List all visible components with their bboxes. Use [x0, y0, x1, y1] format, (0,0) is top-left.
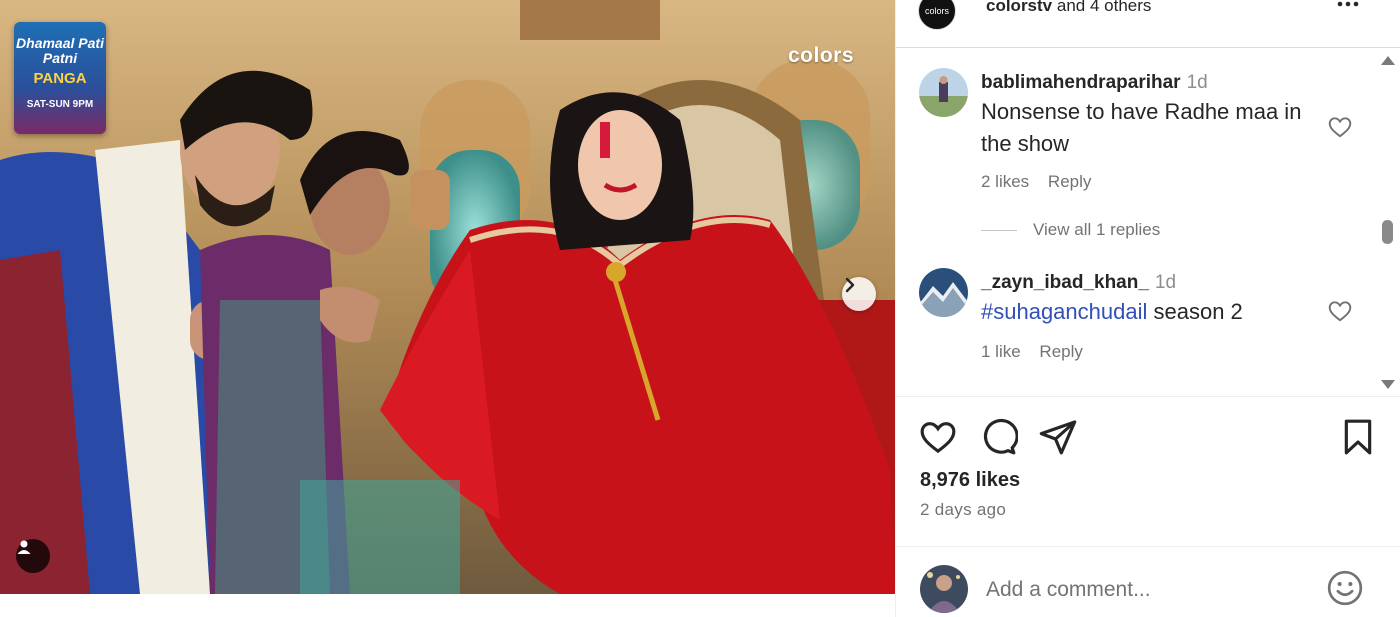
comments-list[interactable]: bablimahendraparihar 1d Nonsense to have …	[896, 48, 1400, 396]
hashtag-link[interactable]: #suhaganchudail	[981, 299, 1147, 324]
scroll-down-arrow[interactable]	[1381, 380, 1395, 389]
show-badge-title: Dhamaal Pati Patni	[16, 35, 104, 66]
comment-time: 1d	[1186, 72, 1208, 93]
next-media-button[interactable]	[842, 277, 876, 311]
comment-avatar[interactable]	[919, 268, 968, 317]
tagged-users-button[interactable]	[16, 539, 50, 573]
post-actions: 8,976 likes 2 days ago	[896, 396, 1400, 546]
scroll-thumb[interactable]	[1382, 220, 1393, 244]
coauthors-link[interactable]: and 4 others	[1057, 0, 1152, 15]
emoji-button[interactable]	[1326, 569, 1364, 607]
coauthors-text: and 4 others	[1056, 0, 1152, 15]
heart-icon	[1328, 117, 1352, 138]
likes-count[interactable]: 8,976 likes	[920, 469, 1020, 492]
bookmark-icon	[1344, 419, 1372, 455]
post-side-panel: colors colorstv and 4 others bablimahend…	[895, 0, 1400, 617]
heart-icon	[1328, 301, 1352, 322]
show-badge-timing: SAT-SUN 9PM	[26, 99, 94, 110]
comment-like-button[interactable]	[1327, 114, 1353, 140]
comment-button[interactable]	[978, 417, 1019, 457]
save-button[interactable]	[1338, 417, 1378, 457]
comments-scrollbar[interactable]	[1378, 50, 1400, 394]
comment-like-button[interactable]	[1327, 298, 1353, 324]
more-options-button[interactable]	[1336, 0, 1360, 22]
comment-time: 1d	[1154, 272, 1177, 293]
replies-divider	[981, 230, 1017, 232]
view-replies-button[interactable]: View all 1 replies	[981, 220, 1160, 240]
comment-meta: 2 likes Reply	[981, 172, 1105, 192]
comment-text-rest: season 2	[1147, 299, 1243, 324]
like-button[interactable]	[918, 417, 958, 457]
scroll-up-arrow[interactable]	[1381, 56, 1395, 65]
reply-button[interactable]: Reply	[1048, 172, 1091, 191]
chevron-right-icon	[845, 277, 855, 293]
more-dots-icon	[1337, 1, 1359, 7]
comment-likes[interactable]: 1 like	[981, 342, 1021, 361]
comment-icon	[983, 418, 1019, 455]
share-icon	[1039, 420, 1077, 455]
avatar-image	[919, 68, 968, 117]
post-timestamp[interactable]: 2 days ago	[920, 500, 1006, 520]
comment-username[interactable]: _zayn_ibad_khan_ 1d	[981, 272, 1176, 294]
comment-meta: 1 like Reply	[981, 342, 1097, 362]
media-bottom-gap	[0, 594, 895, 617]
avatar-image	[919, 268, 968, 317]
author-avatar-text: colors	[924, 6, 949, 16]
comment-input[interactable]	[986, 575, 1286, 605]
comment-text: #suhaganchudail season 2	[981, 296, 1311, 328]
show-badge-panga: PANGA	[33, 70, 87, 87]
user-icon	[17, 540, 31, 554]
reply-button[interactable]: Reply	[1039, 342, 1082, 361]
comment-username[interactable]: bablimahendraparihar 1d	[981, 72, 1208, 94]
channel-logo: colors	[788, 44, 855, 67]
comment-username-text: _zayn_ibad_khan_	[981, 272, 1149, 293]
comment-avatar[interactable]	[919, 68, 968, 117]
emoji-icon	[1327, 570, 1363, 606]
author-avatar[interactable]: colors	[918, 0, 956, 30]
post-photo	[0, 0, 895, 594]
post-header: colors colorstv and 4 others	[896, 0, 1400, 48]
show-badge: Dhamaal Pati Patni PANGA SAT-SUN 9PM	[14, 22, 106, 134]
author-line: colorstv and 4 others	[986, 0, 1151, 16]
author-username[interactable]: colorstv	[986, 0, 1052, 15]
comment-username-text: bablimahendraparihar	[981, 72, 1181, 93]
comment-text: Nonsense to have Radhe maa in the show	[981, 99, 1302, 156]
share-button[interactable]	[1038, 417, 1078, 457]
comment-likes[interactable]: 2 likes	[981, 172, 1029, 191]
current-user-avatar[interactable]	[920, 565, 968, 613]
post-media[interactable]: Dhamaal Pati Patni PANGA SAT-SUN 9PM col…	[0, 0, 895, 594]
heart-icon	[920, 422, 956, 454]
avatar-image	[920, 565, 968, 613]
add-comment-bar	[896, 546, 1400, 617]
view-replies-text: View all 1 replies	[1033, 220, 1161, 239]
